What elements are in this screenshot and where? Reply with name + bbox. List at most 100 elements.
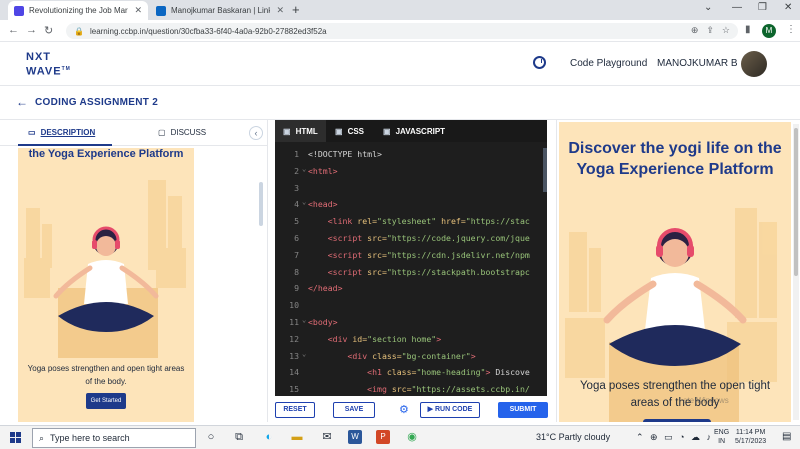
new-tab-icon[interactable]: + xyxy=(292,2,300,17)
close-tab-icon[interactable]: ✕ xyxy=(276,5,284,16)
reload-icon[interactable]: ↻ xyxy=(44,24,53,37)
code-line[interactable]: 1 <!DOCTYPE html> xyxy=(275,146,547,163)
code-editor[interactable]: ▣ HTML ▣ CSS ▣ JAVASCRIPT 1 <!DOCTYPE htm… xyxy=(275,120,547,396)
reset-button[interactable]: RESET xyxy=(275,402,315,418)
chrome-icon[interactable]: ◉ xyxy=(405,430,419,444)
edge-icon[interactable]: ◐ xyxy=(262,430,276,444)
language-indicator[interactable]: ENG IN xyxy=(714,428,729,446)
side-panel-icon[interactable]: ▮ xyxy=(745,24,751,35)
code-line[interactable]: 5 <link rel="stylesheet" href="https://s… xyxy=(275,213,547,230)
code-token: <!DOCTYPE html> xyxy=(308,149,382,159)
tab-css[interactable]: ▣ CSS xyxy=(327,120,372,142)
url-field[interactable]: 🔒 learning.ccbp.in/question/30cfba33-6f4… xyxy=(66,23,738,39)
forward-icon[interactable]: → xyxy=(26,24,37,36)
code-token: "https://code.jquery.com/jque xyxy=(386,232,530,243)
fold-chevron-icon[interactable]: ⌄ xyxy=(302,350,306,358)
chevron-down-icon[interactable]: ⌄ xyxy=(704,2,712,13)
clock-date: 5/17/2023 xyxy=(735,438,767,445)
system-tray-icons[interactable]: ⌃ ⊕ ▭ ◔ ☁ ♪ xyxy=(636,432,713,443)
user-avatar[interactable] xyxy=(741,51,767,77)
code-token: <div xyxy=(327,333,353,344)
bookmark-star-icon[interactable]: ☆ xyxy=(722,25,730,36)
output-preview[interactable]: Discover the yogi life on the Yoga Exper… xyxy=(559,122,791,422)
notification-icon[interactable]: ▤ xyxy=(782,431,791,442)
code-line[interactable]: 12 <div id="section home"> xyxy=(275,331,547,348)
browser-tab-linkedin[interactable]: Manojkumar Baskaran | LinkedIn ✕ xyxy=(150,1,290,20)
code-line[interactable]: 15 <img src="https://assets.ccbp.in/ xyxy=(275,381,547,396)
back-arrow-icon[interactable]: ← xyxy=(16,95,28,109)
output-preview-pane: Discover the yogi life on the Yoga Exper… xyxy=(556,120,800,422)
code-line[interactable]: 11 ⌄ <body> xyxy=(275,314,547,331)
nxtwave-logo[interactable]: NXT WAVETM xyxy=(26,51,71,78)
powerpoint-icon[interactable]: P xyxy=(376,430,390,444)
username[interactable]: MANOJKUMAR B xyxy=(657,58,738,69)
code-line[interactable]: 2 ⌄ <html> xyxy=(275,163,547,180)
close-tab-icon[interactable]: ✕ xyxy=(134,5,142,16)
code-text: <head> xyxy=(308,199,338,209)
activate-windows-watermark: ate Windows xyxy=(683,396,729,405)
close-window-icon[interactable]: ✕ xyxy=(784,2,792,13)
fold-chevron-icon[interactable]: ⌄ xyxy=(302,316,306,324)
code-line[interactable]: 8 <script src="https://stackpath.bootstr… xyxy=(275,264,547,281)
code-token: <img xyxy=(367,384,392,395)
windows-taskbar: ⌕ Type here to search ○ ⧉ ◐ ▬ ✉ W P ◉ 31… xyxy=(0,425,800,449)
get-started-button[interactable]: Get Started xyxy=(86,393,126,409)
tab-html[interactable]: ▣ HTML xyxy=(275,120,326,142)
code-token: > xyxy=(470,350,476,361)
code-line[interactable]: 3 xyxy=(275,180,547,197)
output-scrollbar-thumb[interactable] xyxy=(794,128,798,276)
timer-icon[interactable] xyxy=(533,56,546,69)
line-number: 4 xyxy=(294,199,299,210)
description-preview-image: the Yoga Experience Platform Yoga poses … xyxy=(18,148,194,422)
word-icon[interactable]: W xyxy=(348,430,362,444)
left-scrollbar[interactable] xyxy=(259,182,263,226)
code-token: </head> xyxy=(308,283,343,294)
code-line[interactable]: 14 <h1 class="home-heading"> Discove xyxy=(275,364,547,381)
fold-chevron-icon[interactable]: ⌄ xyxy=(302,165,306,173)
tab-title: Manojkumar Baskaran | LinkedIn xyxy=(171,6,271,15)
windows-start-icon[interactable] xyxy=(10,432,21,443)
code-line[interactable]: 6 <script src="https://code.jquery.com/j… xyxy=(275,230,547,247)
restore-icon[interactable]: ❐ xyxy=(758,2,767,13)
code-token: class= xyxy=(372,350,402,361)
back-icon[interactable]: ← xyxy=(8,24,19,36)
browser-tab-ccbp[interactable]: Revolutionizing the Job Market | ✕ xyxy=(8,1,148,20)
code-lines[interactable]: 1 <!DOCTYPE html> 2 ⌄ <html> 3 4 ⌄ <head> 5 <link… xyxy=(275,146,547,396)
save-button[interactable]: SAVE xyxy=(333,402,375,418)
collapse-panel-icon[interactable]: ‹ xyxy=(249,126,263,140)
output-get-started-button[interactable] xyxy=(643,419,711,422)
code-line[interactable]: 13 ⌄ <div class="bg-container"> xyxy=(275,348,547,365)
code-line[interactable]: 10 xyxy=(275,297,547,314)
tab-description[interactable]: ▭ DESCRIPTION xyxy=(28,128,95,137)
google-lens-icon[interactable]: ⊕ xyxy=(691,25,699,36)
editor-scrollbar[interactable] xyxy=(543,148,547,192)
tab-javascript-label: JAVASCRIPT xyxy=(395,126,446,136)
code-playground-link[interactable]: Code Playground xyxy=(570,58,647,69)
code-line[interactable]: 4 ⌄ <head> xyxy=(275,196,547,213)
cortana-icon[interactable]: ○ xyxy=(204,430,218,444)
code-line[interactable]: 7 <script src="https://cdn.jsdelivr.net/… xyxy=(275,247,547,264)
fold-chevron-icon[interactable]: ⌄ xyxy=(302,198,306,206)
task-view-icon[interactable]: ⧉ xyxy=(232,430,246,444)
share-icon[interactable]: ⇪ xyxy=(706,25,714,36)
submit-button[interactable]: SUBMIT xyxy=(498,402,548,418)
code-line[interactable]: 9 </head> xyxy=(275,280,547,297)
tab-discuss[interactable]: ▢ DISCUSS xyxy=(158,128,206,137)
file-explorer-icon[interactable]: ▬ xyxy=(290,430,304,444)
menu-kebab-icon[interactable]: ⋮ xyxy=(786,24,796,35)
tab-javascript[interactable]: ▣ JAVASCRIPT xyxy=(375,120,453,142)
taskbar-clock[interactable]: 11:14 PM 5/17/2023 xyxy=(735,428,766,446)
run-code-button[interactable]: ▶ RUN CODE xyxy=(420,402,480,418)
mail-icon[interactable]: ✉ xyxy=(320,430,334,444)
weather-widget[interactable]: 31°C Partly cloudy xyxy=(536,432,610,442)
code-token: "stylesheet" xyxy=(377,216,442,227)
profile-avatar[interactable]: M xyxy=(762,24,776,38)
minimize-icon[interactable]: — xyxy=(732,2,742,13)
app-header: NXT WAVETM Code Playground MANOJKUMAR B xyxy=(0,42,800,86)
code-token: src= xyxy=(367,266,387,277)
taskbar-search-input[interactable]: ⌕ Type here to search xyxy=(32,428,196,448)
line-number: 11 xyxy=(289,316,299,327)
url-text: learning.ccbp.in/question/30cfba33-6f40-… xyxy=(89,26,327,36)
gear-icon[interactable]: ⚙ xyxy=(399,403,409,416)
preview-description: Yoga poses strengthen and open tight are… xyxy=(27,364,185,386)
